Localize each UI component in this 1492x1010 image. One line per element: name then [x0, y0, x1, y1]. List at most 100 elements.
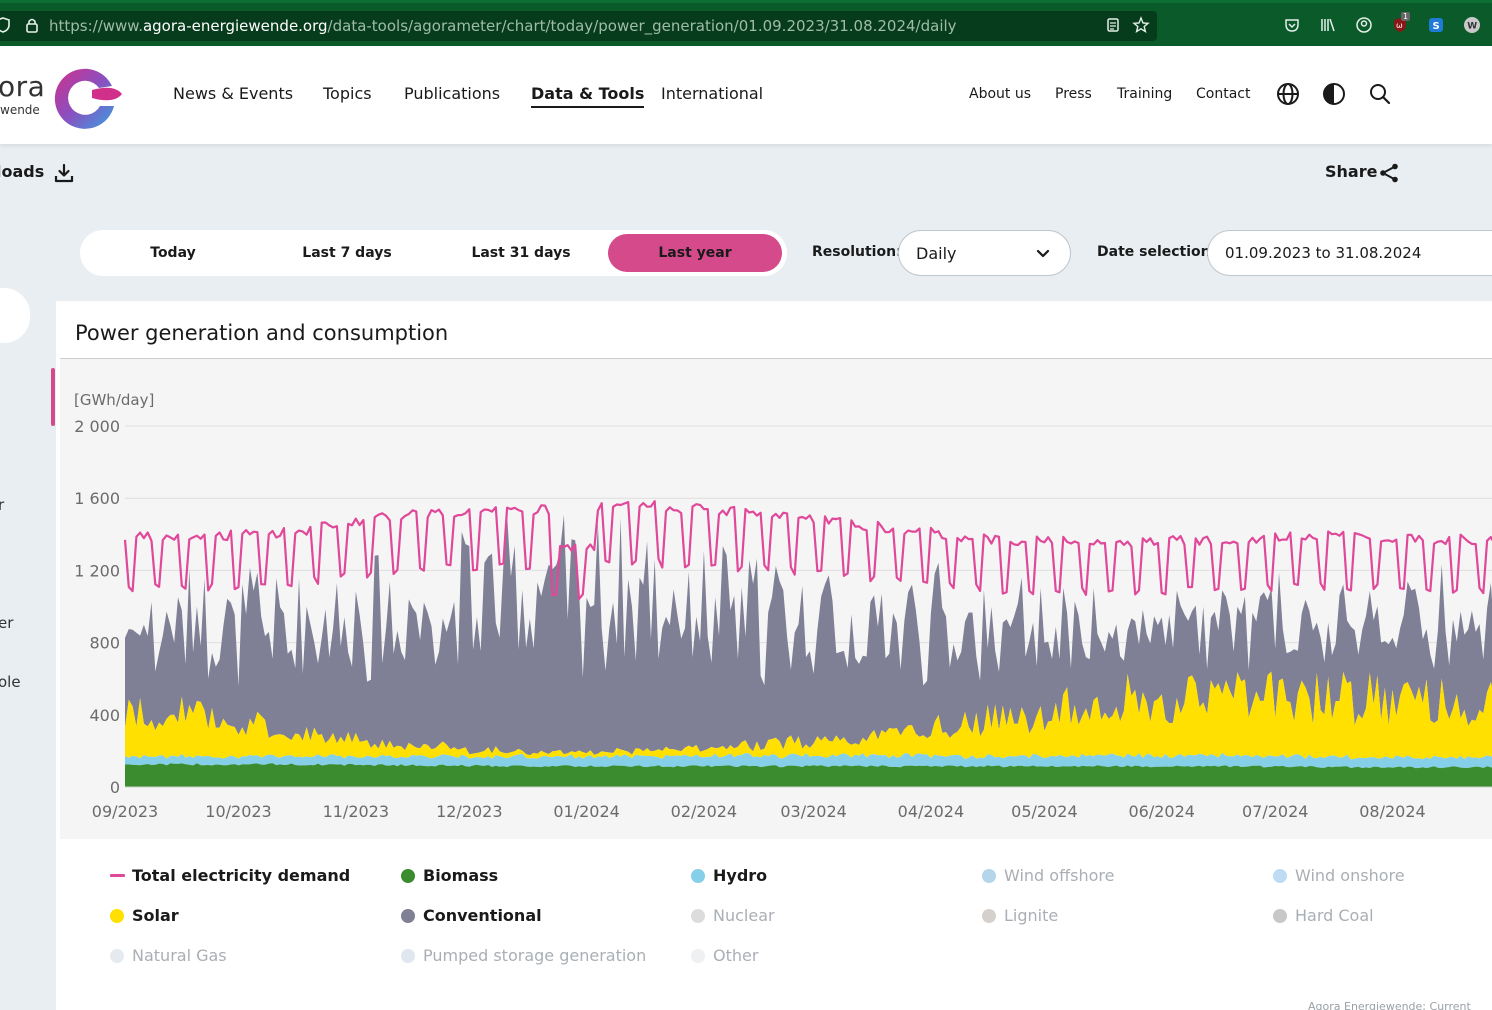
range-today-button[interactable]: Today [86, 234, 260, 272]
legend-label: Natural Gas [132, 946, 227, 965]
legend-item-natural-gas[interactable]: Natural Gas [110, 946, 227, 965]
legend-dot-swatch [401, 868, 415, 883]
range-last-31-days-button[interactable]: Last 31 days [434, 234, 608, 272]
x-tick-label: 03/2024 [780, 802, 846, 821]
legend-label: Wind offshore [1004, 866, 1115, 885]
x-tick-label: 06/2024 [1128, 802, 1194, 821]
x-tick-label: 11/2023 [323, 802, 389, 821]
legend-dot-swatch [691, 868, 705, 883]
sidebar-pill-button[interactable] [0, 288, 30, 343]
legend-label: Lignite [1004, 906, 1059, 925]
legend-item-solar[interactable]: Solar [110, 906, 179, 925]
nav-international[interactable]: International [661, 84, 763, 103]
legend-item-other[interactable]: Other [691, 946, 758, 965]
source-note: Agora Energiewende; Current [1308, 1000, 1471, 1010]
legend-item-biomass[interactable]: Biomass [401, 866, 498, 885]
legend-item-wind-offshore[interactable]: Wind offshore [982, 866, 1114, 885]
x-tick-label: 12/2023 [436, 802, 502, 821]
chart-svg: 0 400 800 1 200 1 600 2 000 [GWh/day] 09/2023 10… [74, 391, 1492, 821]
legend-dot-swatch [691, 948, 705, 963]
legend-label: Total electricity demand [132, 866, 351, 885]
extension-badge: 1 [1401, 12, 1411, 21]
svg-text:S: S [1433, 21, 1440, 32]
sidebar-item-fragment[interactable]: ole [0, 673, 21, 691]
x-tick-label: 10/2023 [205, 802, 271, 821]
nav-contact[interactable]: Contact [1196, 86, 1250, 102]
logo-icon[interactable] [52, 60, 124, 132]
legend-label: Hard Coal [1295, 906, 1374, 925]
pocket-icon[interactable] [1283, 16, 1301, 34]
legend-label: Wind onshore [1295, 866, 1405, 885]
legend-dot-swatch [982, 868, 996, 883]
sidebar-active-indicator [51, 368, 55, 426]
x-tick-label: 07/2024 [1242, 802, 1308, 821]
extension-s-icon[interactable]: S [1427, 16, 1445, 34]
time-range-selector: Today Last 7 days Last 31 days Last year [80, 230, 787, 276]
browser-toolbar: https://www.agora-energiewende.org/data-… [0, 0, 1492, 46]
nav-topics[interactable]: Topics [323, 84, 372, 103]
share-icon[interactable] [1378, 162, 1400, 184]
chart-card: Power generation and consumption 0 400 800… [56, 301, 1492, 1010]
legend-item-lignite[interactable]: Lignite [982, 906, 1058, 925]
legend-dot-swatch [401, 948, 415, 963]
reader-view-icon[interactable] [1104, 16, 1122, 34]
contrast-icon[interactable] [1322, 82, 1346, 106]
resolution-value: Daily [916, 244, 957, 263]
legend-dot-swatch [1273, 908, 1287, 923]
legend-label: Nuclear [713, 906, 775, 925]
resolution-select[interactable]: Daily [898, 230, 1071, 276]
legend-item-wind-onshore[interactable]: Wind onshore [1273, 866, 1405, 885]
legend-line-swatch [110, 874, 125, 877]
svg-text:W: W [1467, 22, 1477, 32]
nav-training[interactable]: Training [1117, 86, 1172, 102]
search-icon[interactable] [1368, 82, 1392, 106]
url-text[interactable]: https://www.agora-energiewende.org/data-… [49, 17, 957, 35]
sidebar-item-fragment[interactable]: er [0, 614, 13, 632]
legend-item-pumped-storage-generation[interactable]: Pumped storage generation [401, 946, 646, 965]
download-icon[interactable] [53, 162, 75, 184]
y-tick-label: 2 000 [74, 417, 120, 436]
legend-label: Biomass [423, 866, 499, 885]
legend-item-total-electricity-demand[interactable]: Total electricity demand [110, 866, 350, 885]
logo-subtitle: wende [0, 103, 40, 117]
range-last-7-days-button[interactable]: Last 7 days [260, 234, 434, 272]
nav-press[interactable]: Press [1055, 86, 1092, 102]
extension-w-icon[interactable]: W [1463, 16, 1481, 34]
nav-about-us[interactable]: About us [969, 86, 1031, 102]
lock-icon[interactable] [23, 16, 41, 34]
legend-dot-swatch [1273, 868, 1287, 883]
range-last-year-button[interactable]: Last year [608, 234, 782, 272]
shield-icon[interactable] [0, 16, 12, 34]
sidebar-item-fragment[interactable]: r [0, 496, 4, 514]
x-tick-label: 05/2024 [1011, 802, 1077, 821]
y-tick-label: 800 [89, 634, 120, 653]
legend-label: Conventional [423, 906, 542, 925]
bookmark-star-icon[interactable] [1132, 16, 1150, 34]
x-tick-label: 09/2023 [92, 802, 158, 821]
legend-dot-swatch [691, 908, 705, 923]
legend-item-hydro[interactable]: Hydro [691, 866, 767, 885]
logo-wordmark[interactable]: ora [0, 70, 45, 103]
downloads-button[interactable]: loads [0, 162, 44, 181]
nav-data-tools[interactable]: Data & Tools [531, 84, 645, 108]
y-tick-label: 1 200 [74, 561, 120, 580]
series-total-demand-line [123, 500, 1492, 601]
library-icon[interactable] [1319, 16, 1337, 34]
legend-item-hard-coal[interactable]: Hard Coal [1273, 906, 1374, 925]
legend-item-conventional[interactable]: Conventional [401, 906, 542, 925]
legend-label: Other [713, 946, 759, 965]
nav-publications[interactable]: Publications [404, 84, 500, 103]
legend-dot-swatch [110, 948, 124, 963]
y-tick-label: 0 [110, 778, 120, 797]
nav-news-events[interactable]: News & Events [173, 84, 293, 103]
share-button[interactable]: Share [1325, 162, 1377, 181]
globe-icon[interactable] [1276, 82, 1300, 106]
legend-dot-swatch [982, 908, 996, 923]
date-selection-input[interactable]: 01.09.2023 to 31.08.2024 [1207, 230, 1492, 276]
legend-item-nuclear[interactable]: Nuclear [691, 906, 775, 925]
legend-dot-swatch [401, 908, 415, 923]
chevron-down-icon [1036, 249, 1050, 258]
account-icon[interactable] [1355, 16, 1373, 34]
x-tick-label: 04/2024 [898, 802, 964, 821]
resolution-label: Resolution: [812, 244, 902, 260]
